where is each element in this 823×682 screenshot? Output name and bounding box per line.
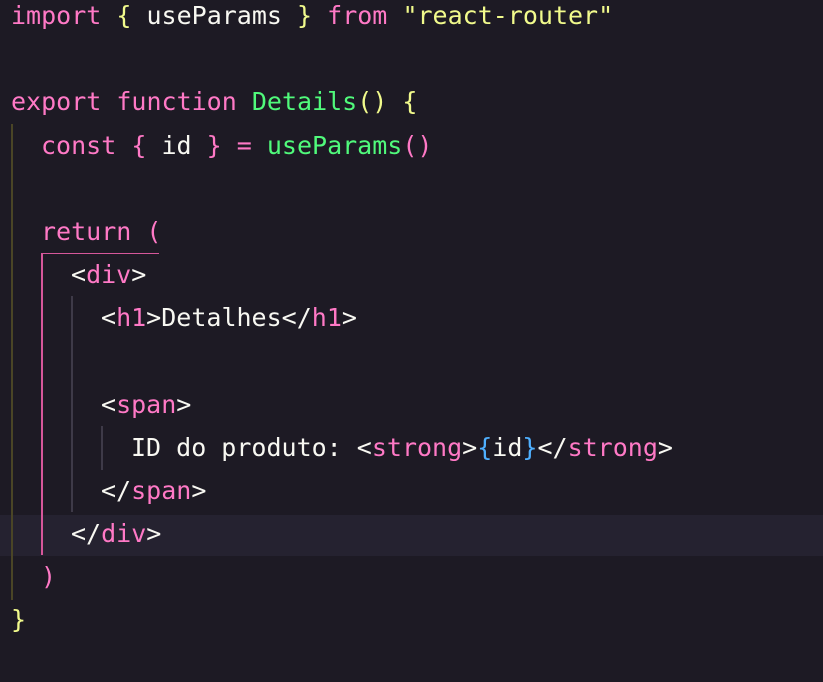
jsx-brace: { [477,433,493,462]
brace: } [297,1,313,30]
jsx-tag: h1 [116,303,147,332]
jsx-tag: strong [567,433,658,462]
keyword: import [11,1,102,30]
indent-guide-span [101,426,103,470]
code-editor[interactable]: import { useParams } from "react-router"… [0,0,823,682]
paren: ( [146,217,162,246]
angle-bracket: > [176,390,192,419]
keyword: const [41,131,117,160]
code-line-8: <h1>Detalhes</h1> [101,296,357,340]
angle-bracket: < [101,390,117,419]
code-line-13: </div> [71,512,161,556]
jsx-tag: span [131,476,192,505]
code-line-10: <span> [101,383,191,427]
code-line-3: export function Details() { [11,80,417,124]
brace: { [402,87,418,116]
indent-guide-div [71,296,73,512]
angle-bracket: </ [71,519,102,548]
indent-guide-function [11,124,13,600]
jsx-text: ID do produto: [131,433,357,462]
code-line-7: <div> [71,253,146,297]
brace: { [116,1,132,30]
angle-bracket: > [341,303,357,332]
angle-bracket: > [462,433,478,462]
angle-bracket: > [146,519,162,548]
angle-bracket: > [191,476,207,505]
code-line-11: ID do produto: <strong>{id}</strong> [131,426,673,470]
function-call: useParams [266,131,403,160]
angle-bracket: < [71,260,87,289]
jsx-tag: span [116,390,177,419]
parens: () [402,131,433,160]
string-literal: "react-router" [402,1,614,30]
jsx-tag: div [86,260,132,289]
jsx-text: Detalhes [161,303,282,332]
jsx-tag: h1 [311,303,342,332]
identifier: id [492,433,523,462]
angle-bracket: </ [101,476,132,505]
brace: } [206,131,222,160]
paren: ) [41,562,57,591]
angle-bracket: > [146,303,162,332]
keyword: function [116,87,237,116]
operator: = [236,131,252,160]
keyword: return [41,217,132,246]
angle-bracket: > [657,433,673,462]
keyword: export [11,87,102,116]
brace: { [131,131,147,160]
angle-bracket: > [131,260,147,289]
jsx-brace: } [522,433,538,462]
angle-bracket: < [101,303,117,332]
code-line-4: const { id } = useParams() [41,124,432,168]
angle-bracket: </ [537,433,568,462]
brace: } [11,605,27,634]
keyword: from [327,1,388,30]
identifier: id [161,131,192,160]
code-line-12: </span> [101,469,206,513]
jsx-tag: strong [371,433,463,462]
angle-bracket: </ [281,303,312,332]
function-name: Details [251,87,358,116]
parens: () [357,87,388,116]
code-line-6: return ( [41,210,161,254]
jsx-tag: div [101,519,147,548]
code-line-1: import { useParams } from "react-router" [11,0,613,38]
indent-guide-return [41,253,43,555]
angle-bracket: < [356,433,372,462]
code-line-15: } [11,598,26,642]
identifier: useParams [146,1,282,30]
code-line-14: ) [41,555,56,599]
